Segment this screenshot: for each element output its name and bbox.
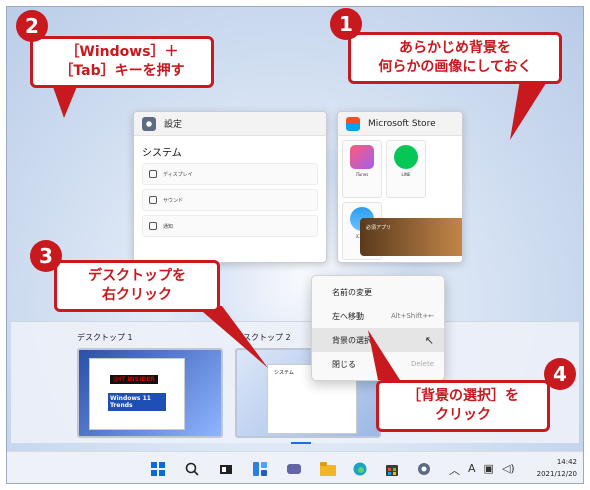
screenshot-frame: 設定 システム ディスプレイ サウンド 通知 Microsoft Store i…: [0, 0, 590, 490]
step-badge-4: 4: [544, 358, 576, 390]
callout-3-arrow: [196, 306, 268, 368]
callout-2: ［Windows］＋ ［Tab］キーを押す: [30, 36, 214, 88]
callout-4: ［背景の選択］を クリック: [376, 380, 550, 432]
step-badge-1: 1: [330, 8, 362, 40]
step-badge-2: 2: [16, 10, 48, 42]
callout-1-arrow: [510, 80, 548, 140]
step-badge-3: 3: [30, 240, 62, 272]
callout-2-arrow: [52, 84, 78, 118]
callout-3: デスクトップを 右クリック: [54, 260, 220, 312]
callout-1: あらかじめ背景を 何らかの画像にしておく: [348, 32, 562, 84]
callout-4-arrow: [368, 330, 400, 380]
